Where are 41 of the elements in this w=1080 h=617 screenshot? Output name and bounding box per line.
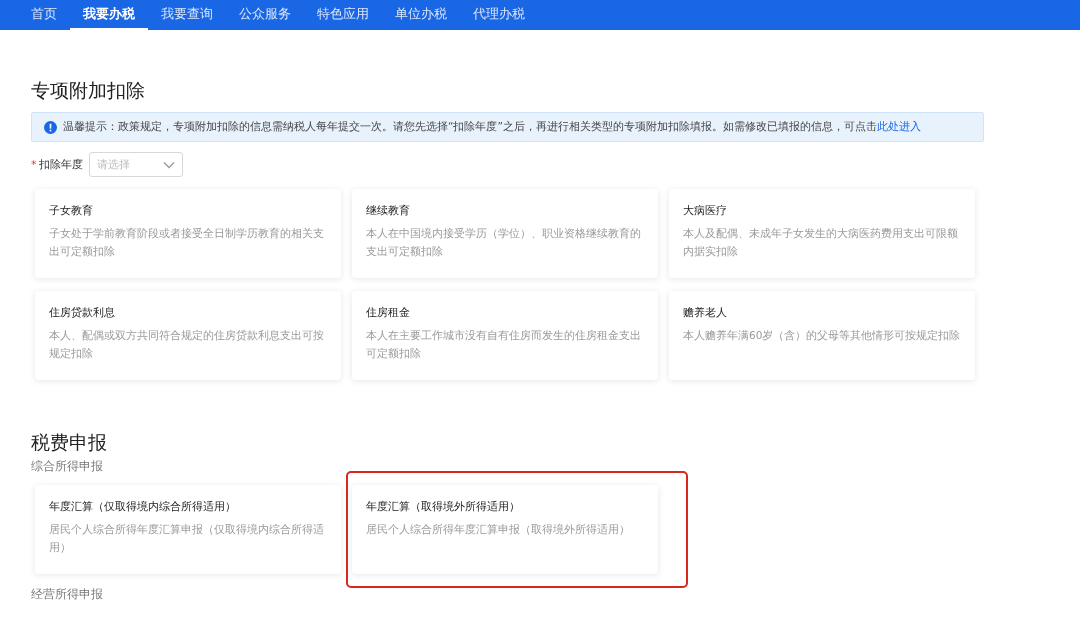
deduction-card[interactable]: 住房租金 本人在主要工作城市没有自有住房而发生的住房租金支出可定额扣除	[352, 291, 658, 380]
deduction-card[interactable]: 住房贷款利息 本人、配偶或双方共同符合规定的住房贷款利息支出可按规定扣除	[35, 291, 341, 380]
nav-tab[interactable]: 首页	[18, 0, 70, 30]
info-icon	[44, 120, 57, 134]
nav-tab[interactable]: 单位办税	[382, 0, 460, 30]
required-mark: *	[31, 158, 37, 171]
card-description: 本人赡养年满60岁（含）的父母等其他情形可按规定扣除	[683, 328, 961, 343]
field-label: 扣除年度	[38, 157, 83, 172]
card-description: 居民个人综合所得年度汇算申报（仅取得境内综合所得适用）	[49, 522, 325, 555]
card-title: 年度汇算（取得境外所得适用）	[366, 499, 521, 514]
caret-icon	[162, 160, 175, 169]
group-title: 综合所得申报	[31, 458, 104, 475]
card-title: 继续教育	[366, 203, 411, 218]
filing-card[interactable]: 年度汇算（仅取得境内综合所得适用） 居民个人综合所得年度汇算申报（仅取得境内综合所得适用）	[35, 485, 341, 574]
card-description: 居民个人综合所得年度汇算申报（取得境外所得适用）	[366, 522, 631, 537]
section-title: 税费申报	[31, 430, 108, 454]
card-description: 本人及配偶、未成年子女发生的大病医药费用支出可限额内据实扣除	[683, 226, 959, 259]
card-description: 本人、配偶或双方共同符合规定的住房贷款利息支出可按规定扣除	[49, 328, 325, 361]
card-description: 本人在中国境内接受学历（学位）、职业资格继续教育的支出可定额扣除	[366, 226, 642, 259]
nav-tab[interactable]: 特色应用	[304, 0, 382, 30]
card-title: 大病医疗	[683, 203, 728, 218]
filing-card[interactable]: 年度汇算（取得境外所得适用） 居民个人综合所得年度汇算申报（取得境外所得适用）	[352, 485, 658, 574]
card-title: 子女教育	[49, 203, 94, 218]
card-title: 赡养老人	[683, 305, 728, 320]
deduction-card[interactable]: 赡养老人 本人赡养年满60岁（含）的父母等其他情形可按规定扣除	[669, 291, 975, 380]
enter-link[interactable]: 此处进入	[876, 120, 921, 132]
deduction-card[interactable]: 子女教育 子女处于学前教育阶段或者接受全日制学历教育的相关支出可定额扣除	[35, 189, 341, 278]
nav-tab[interactable]: 我要办税	[70, 0, 148, 30]
nav-tab[interactable]: 代理办税	[460, 0, 538, 30]
nav-tab[interactable]: 公众服务	[226, 0, 304, 30]
card-title: 住房贷款利息	[49, 305, 116, 320]
group-title: 经营所得申报	[31, 586, 104, 603]
notice-text: 温馨提示：政策规定，专项附加扣除的信息需纳税人每年提交一次。请您先选择“扣除年度”之后，再进行相关类型的专项附加扣除填报。如需修改已填报的信息，可点击此处进入	[63, 120, 921, 134]
card-description: 本人在主要工作城市没有自有住房而发生的住房租金支出可定额扣除	[366, 328, 642, 361]
card-description: 子女处于学前教育阶段或者接受全日制学历教育的相关支出可定额扣除	[49, 226, 325, 259]
deduction-card[interactable]: 继续教育 本人在中国境内接受学历（学位）、职业资格继续教育的支出可定额扣除	[352, 189, 658, 278]
section-title: 专项附加扣除	[31, 78, 146, 102]
deduction-card[interactable]: 大病医疗 本人及配偶、未成年子女发生的大病医药费用支出可限额内据实扣除	[669, 189, 975, 278]
card-title: 住房租金	[366, 305, 411, 320]
card-title: 年度汇算（仅取得境内综合所得适用）	[49, 499, 237, 514]
nav-tab[interactable]: 我要查询	[148, 0, 226, 30]
